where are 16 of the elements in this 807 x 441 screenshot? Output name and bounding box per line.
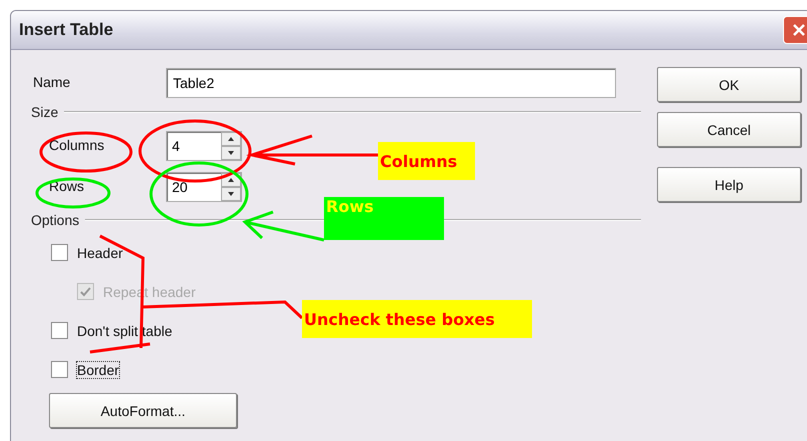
autoformat-button[interactable]: AutoFormat... xyxy=(49,393,237,428)
dialog-button[interactable]: Cancel xyxy=(657,112,801,147)
size-heading: Size xyxy=(31,104,58,120)
spin-field[interactable]: 4 xyxy=(166,131,242,161)
dialog-button[interactable]: OK xyxy=(657,67,801,102)
annotation-label: Columns xyxy=(378,142,475,180)
name-field[interactable]: Table2 xyxy=(166,68,616,98)
checkbox-label[interactable]: Border xyxy=(76,360,120,378)
name-label: Name xyxy=(33,74,70,90)
window-title: Insert Table xyxy=(19,20,114,40)
dialog-button[interactable]: Help xyxy=(657,167,801,202)
annotation-label: Rows xyxy=(324,197,444,240)
size-label: Columns xyxy=(49,137,104,153)
annotation-label: Uncheck these boxes xyxy=(302,300,532,338)
options-heading: Options xyxy=(31,212,80,228)
checkbox-label[interactable]: Header xyxy=(76,244,124,262)
